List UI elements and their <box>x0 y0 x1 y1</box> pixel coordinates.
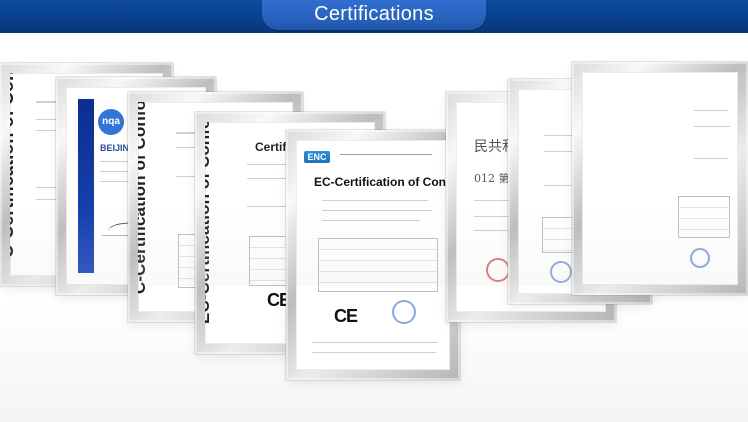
right-2-stamp-icon <box>550 261 572 283</box>
certificate-frame-right-3 <box>572 62 748 295</box>
center-certificate-title: EC-Certification of Conformity <box>314 175 450 189</box>
center-ce-icon: CE <box>334 306 358 326</box>
title-tab: Certifications <box>262 0 486 30</box>
center-table <box>318 238 438 292</box>
right-3-table <box>678 196 730 238</box>
certifications-page: Certifications C-Certification of Confor… <box>0 0 748 422</box>
right-3-line <box>694 126 730 127</box>
center-line <box>312 342 438 343</box>
blue-stamp-icon <box>392 300 416 324</box>
center-top-line <box>340 154 432 155</box>
certificate-paper-right-3 <box>582 72 738 285</box>
certificate-1-vertical-title: C-Certification of Conformity <box>10 73 17 258</box>
red-stamp-icon <box>486 258 510 282</box>
right-3-line <box>694 158 728 159</box>
right-3-stamp-icon <box>690 248 710 268</box>
right-3-line <box>694 110 728 111</box>
certificate-paper-center: ENC EC-Certification of Conformity CE <box>296 140 450 370</box>
center-line <box>312 352 436 353</box>
certificate-3-vertical-title: C-Certification of Conformity <box>138 102 149 294</box>
page-title: Certifications <box>314 3 434 25</box>
certificate-4-vertical-title: EC-Certification of Conformity <box>205 122 213 324</box>
enc-logo-icon: ENC <box>304 151 330 163</box>
certificate-frame-center: ENC EC-Certification of Conformity CE <box>286 130 460 380</box>
nqa-logo-icon: nqa <box>98 109 124 135</box>
center-line <box>322 200 428 201</box>
center-line <box>322 220 420 221</box>
center-line <box>322 210 432 211</box>
certificate-2-side-band <box>78 99 94 273</box>
